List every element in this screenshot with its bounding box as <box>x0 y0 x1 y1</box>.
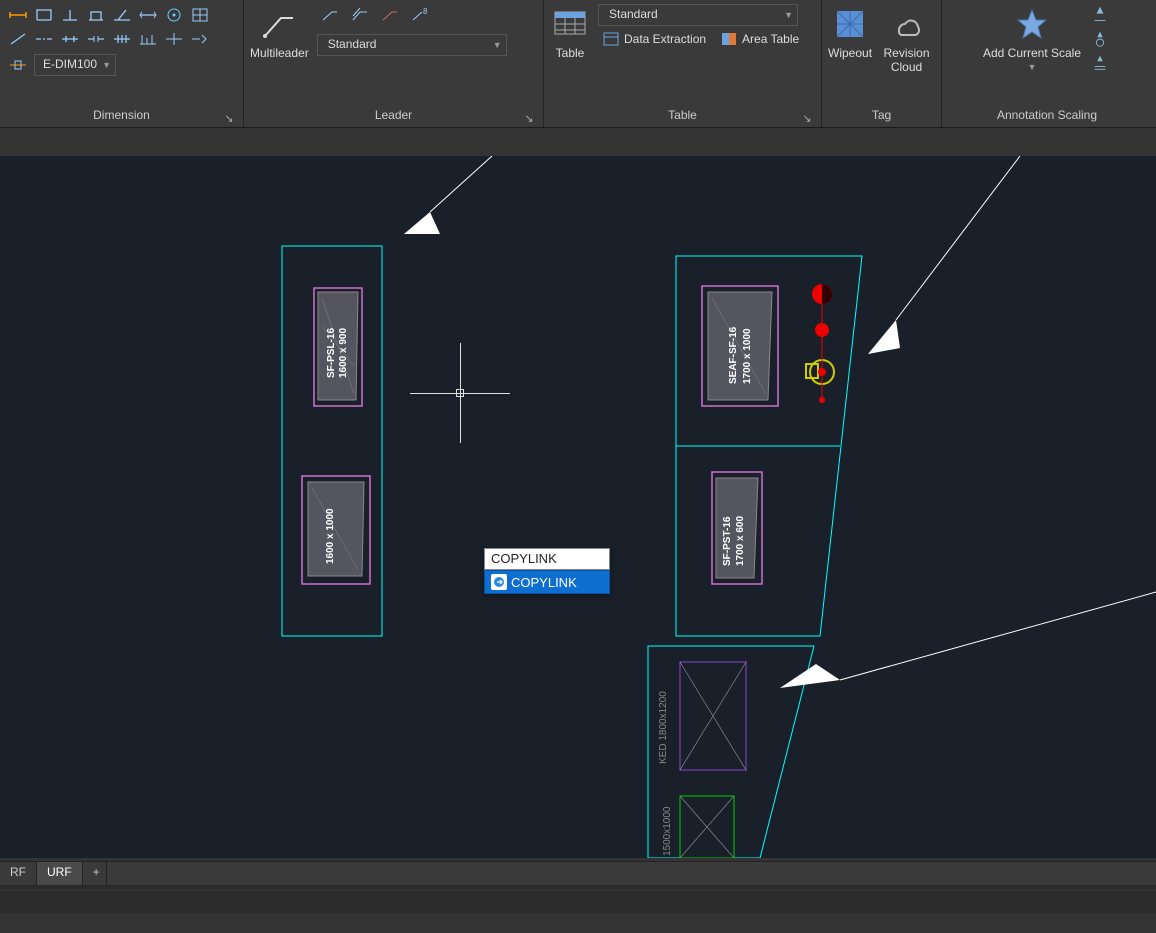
command-autocomplete: COPYLINK COPYLINK <box>484 548 610 594</box>
dim-tool-icon[interactable] <box>6 28 30 50</box>
anno-scale-icon[interactable] <box>1089 28 1111 50</box>
dim-style-icon[interactable] <box>6 55 30 75</box>
anno-scale-icon[interactable] <box>1089 52 1111 74</box>
block-label: 1500x1000 <box>662 806 673 856</box>
drawing-canvas[interactable]: SF-PSL-16 1600 x 900 1600 x 1000 SEAF-SF… <box>0 156 1156 858</box>
block-label: SEAF-SF-16 <box>728 326 739 384</box>
dim-tool-icon[interactable] <box>188 4 212 26</box>
data-extraction-icon <box>602 30 620 48</box>
layout-tab-add[interactable]: + <box>83 862 107 885</box>
command-icon <box>491 574 507 590</box>
revision-cloud-button[interactable]: Revision Cloud <box>878 4 935 74</box>
revision-cloud-label: Revision Cloud <box>878 46 935 74</box>
area-table-icon <box>720 30 738 48</box>
command-suggestion-text: COPYLINK <box>511 575 577 590</box>
table-button[interactable]: Table <box>550 4 590 60</box>
chevron-down-icon: ▼ <box>1028 62 1037 72</box>
panel-annotation-scaling: Add Current Scale ▼ Annotation Scaling <box>942 0 1152 127</box>
panel-launcher-icon[interactable]: ↘ <box>521 107 537 123</box>
add-current-scale-button[interactable]: Add Current Scale ▼ <box>983 4 1081 72</box>
block-size: 1600 x 1000 <box>325 508 336 564</box>
dim-tool-icon[interactable] <box>58 4 82 26</box>
wipeout-label: Wipeout <box>828 46 872 60</box>
leader-tool-icon[interactable] <box>317 4 343 26</box>
panel-label-annotation-scaling: Annotation Scaling <box>997 108 1097 122</box>
command-suggestion[interactable]: COPYLINK <box>484 570 610 594</box>
panel-table: Table Standard ▼ Data Extraction Area Ta… <box>544 0 822 127</box>
dim-tool-icon[interactable] <box>84 28 108 50</box>
panel-label-table: Table <box>668 108 697 122</box>
table-style-value: Standard <box>609 7 658 21</box>
dim-tool-icon[interactable] <box>32 4 56 26</box>
dimension-style-dropdown[interactable]: E-DIM100 ▼ <box>34 54 116 76</box>
layout-tab-label: RF <box>10 865 26 879</box>
add-current-scale-label: Add Current Scale <box>983 46 1081 60</box>
block-size: 1700 x 600 <box>735 516 746 566</box>
multileader-button[interactable]: Multileader <box>250 4 309 60</box>
leader-style-dropdown[interactable]: Standard ▼ <box>317 34 507 56</box>
dim-tool-icon[interactable] <box>32 28 56 50</box>
ribbon: E-DIM100 ▼ Dimension ↘ Multileader <box>0 0 1156 128</box>
drawing-canvas-wrap: SF-PSL-16 1600 x 900 1600 x 1000 SEAF-SF… <box>0 128 1156 858</box>
dim-tool-icon[interactable] <box>136 28 160 50</box>
status-bar <box>0 885 1156 933</box>
layout-tab[interactable]: RF <box>0 862 37 885</box>
anno-scale-icon[interactable] <box>1089 4 1111 26</box>
layout-tab-label: URF <box>47 865 72 879</box>
area-table-label: Area Table <box>742 32 799 46</box>
data-extraction-label: Data Extraction <box>624 32 706 46</box>
block-size: 1700 x 1000 <box>742 328 753 384</box>
svg-text:8: 8 <box>423 7 428 16</box>
panel-launcher-icon[interactable]: ↘ <box>221 107 237 123</box>
panel-launcher-icon[interactable]: ↘ <box>799 107 815 123</box>
leader-tool-icon[interactable] <box>377 4 403 26</box>
panel-dimension: E-DIM100 ▼ Dimension ↘ <box>0 0 244 127</box>
block-label: SF-PSL-16 <box>326 328 337 378</box>
command-input-text: COPYLINK <box>491 551 557 566</box>
table-label: Table <box>556 46 585 60</box>
chevron-down-icon: ▼ <box>784 10 793 20</box>
panel-leader: Multileader 8 Standard ▼ Leader <box>244 0 544 127</box>
panel-tag: Wipeout Revision Cloud Tag <box>822 0 942 127</box>
dim-tool-icon[interactable] <box>162 4 186 26</box>
multileader-label: Multileader <box>250 46 309 60</box>
command-input[interactable]: COPYLINK <box>484 548 610 570</box>
leader-tool-icon[interactable] <box>347 4 373 26</box>
panel-label-dimension: Dimension <box>93 108 150 122</box>
dim-tool-icon[interactable] <box>136 4 160 26</box>
dim-tool-icon[interactable] <box>84 4 108 26</box>
block-label: KED 1800x1200 <box>658 691 669 764</box>
plus-icon: + <box>93 865 100 879</box>
dim-tool-icon[interactable] <box>6 4 30 26</box>
dim-tool-icon[interactable] <box>58 28 82 50</box>
wipeout-button[interactable]: Wipeout <box>828 4 872 60</box>
chevron-down-icon: ▼ <box>102 60 111 70</box>
area-table-button[interactable]: Area Table <box>716 28 803 50</box>
leader-style-value: Standard <box>328 37 377 51</box>
chevron-down-icon: ▼ <box>493 40 502 50</box>
dim-tool-icon[interactable] <box>110 4 134 26</box>
layout-tabs: RF URF + <box>0 861 1156 885</box>
block-label: SF-PST-16 <box>722 516 733 566</box>
panel-label-tag: Tag <box>872 108 891 122</box>
layout-tab[interactable]: URF <box>37 862 83 885</box>
dim-tool-icon[interactable] <box>162 28 186 50</box>
data-extraction-button[interactable]: Data Extraction <box>598 28 710 50</box>
panel-label-leader: Leader <box>375 108 412 122</box>
table-style-dropdown[interactable]: Standard ▼ <box>598 4 798 26</box>
block-size: 1600 x 900 <box>338 328 349 378</box>
dim-tool-icon[interactable] <box>110 28 134 50</box>
leader-tool-icon[interactable]: 8 <box>407 4 433 26</box>
dim-tool-icon[interactable] <box>188 28 212 50</box>
dimension-style-value: E-DIM100 <box>43 57 97 71</box>
